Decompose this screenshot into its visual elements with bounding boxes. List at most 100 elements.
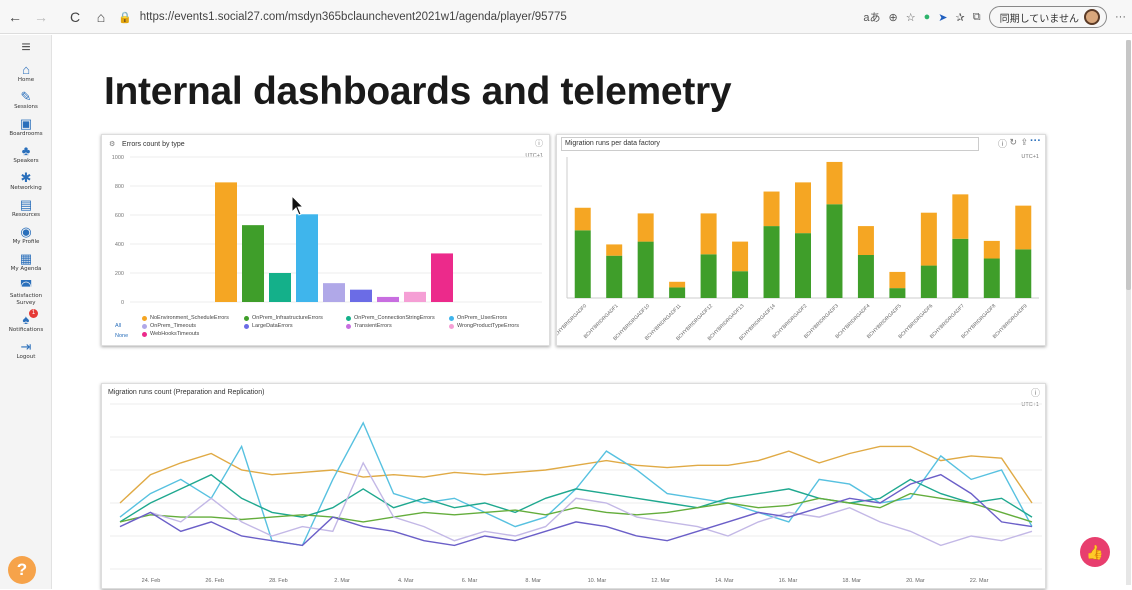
sync-button[interactable]: 同期していません <box>988 6 1107 28</box>
legend-item[interactable]: NoEnvironment_ScheduleErrors <box>142 315 229 321</box>
x-tick-label: 6. Mar <box>462 578 478 584</box>
extension2-icon[interactable]: ➤ <box>938 11 947 24</box>
series-line-5 <box>119 473 1033 547</box>
bar-segment-BCHYBRIDRGADF8 <box>983 240 1000 259</box>
sidebar-item-home[interactable]: ⌂ Home <box>0 62 52 84</box>
bar-segment-BCHYBRIDRGADF5 <box>889 288 906 298</box>
sidebar-item-logout[interactable]: ⇥ Logout <box>0 339 52 361</box>
y-tick-label: 1000 <box>112 155 124 161</box>
more-icon[interactable]: ··· <box>1115 11 1126 23</box>
back-icon[interactable]: ← <box>4 6 26 28</box>
favorite-add-icon[interactable]: ☆ <box>906 11 916 24</box>
sidebar-item-label: Notifications <box>8 327 44 333</box>
sidebar-item-boardrooms[interactable]: ▣ Boardrooms <box>0 116 52 138</box>
forward-icon[interactable]: → <box>30 6 52 28</box>
legend-item[interactable]: OnPrem_ConnectionStringErrors <box>346 315 435 321</box>
migration-line-panel: Migration runs count (Preparation and Re… <box>101 383 1046 589</box>
read-aloud-icon[interactable]: aあ <box>863 9 880 25</box>
errors-chart-panel: ⚙ Errors count by type ⓘ UTC+1 0 200 400 60… <box>101 134 550 346</box>
bar-segment-BCHYBRIDRGADF4 <box>857 226 874 255</box>
sidebar-item-label: My Profile <box>12 239 40 245</box>
sidebar-item-speakers[interactable]: ♣ Speakers <box>0 143 52 165</box>
bar-segment-BCHYBRIDRGADF1 <box>606 244 623 256</box>
legend-item[interactable]: OnPrem_InfrastructureErrors <box>244 315 323 321</box>
refresh-icon[interactable]: C <box>64 6 86 28</box>
page-scrollbar-thumb[interactable] <box>1126 40 1131 290</box>
bar-segment-BCHYBRIDRGADF13 <box>732 241 749 272</box>
bar-segment-BCHYBRIDRGADF10 <box>637 213 654 242</box>
extension-icon[interactable]: ● <box>924 11 931 23</box>
x-tick-label: 18. Mar <box>842 578 861 584</box>
legend-item[interactable]: LargeDataErrors <box>244 323 293 329</box>
y-tick-label: 800 <box>115 184 124 190</box>
page-title: Internal dashboards and telemetry <box>104 70 732 113</box>
sidebar-item-notifications[interactable]: ♠ Notifications 1 <box>0 309 52 334</box>
legend-item[interactable]: OnPrem_UserErrors <box>449 315 507 321</box>
bar-WrongProductTypeErrors <box>404 291 426 302</box>
legend-dot <box>244 315 249 321</box>
bar-OnPrem_Timeouts <box>323 283 345 302</box>
browser-toolbar: ← → C ⌂ 🔒 https://events1.social27.com/m… <box>0 0 1132 34</box>
sidebar-item-label: Networking <box>10 185 42 191</box>
like-button[interactable]: 👍 <box>1080 537 1110 567</box>
agenda-icon: ▦ <box>19 251 33 266</box>
sidebar-item-sessions[interactable]: ✎ Sessions <box>0 89 52 111</box>
mouse-cursor-icon <box>291 195 305 216</box>
address-bar[interactable]: 🔒 https://events1.social27.com/msdyn365b… <box>118 6 818 28</box>
x-tick-label: 14. Mar <box>715 578 734 584</box>
legend-item[interactable]: TransientErrors <box>346 323 392 329</box>
sidebar-item-networking[interactable]: ✱ Networking <box>0 170 52 192</box>
bar-OnPrem_UserErrors <box>296 214 318 302</box>
bar-OnPrem_ConnectionStringErrors <box>269 273 291 302</box>
legend-item[interactable]: WrongProductTypeErrors <box>449 323 519 329</box>
sidebar-item-label: Logout <box>16 354 36 360</box>
bar-segment-BCHYBRIDRGADF6 <box>920 265 937 298</box>
sidebar-item-resources[interactable]: ▤ Resources <box>0 197 52 219</box>
legend-label: OnPrem_ConnectionStringErrors <box>354 315 435 321</box>
series-line-4 <box>119 461 1033 547</box>
legend-all-link[interactable]: All <box>115 323 121 329</box>
y-tick-label: 400 <box>115 242 124 248</box>
browser-actions: aあ ⊕ ☆ ● ➤ ✰ ⧉ 同期していません ··· <box>863 6 1126 28</box>
sidebar-item-label: Boardrooms <box>9 131 43 137</box>
profile-icon: ◉ <box>20 224 32 239</box>
bar-TransientErrors <box>377 296 399 302</box>
legend-dot <box>142 323 147 329</box>
bar-segment-BCHYBRIDRGADF11 <box>669 281 686 288</box>
x-tick-label: 26. Feb <box>205 578 224 584</box>
bar-LargeDataErrors <box>350 289 372 302</box>
zoom-icon[interactable]: ⊕ <box>889 11 898 24</box>
x-tick-label: 20. Mar <box>906 578 925 584</box>
legend-none-link[interactable]: None <box>115 333 128 339</box>
bar-segment-BCHYBRIDRGADF13 <box>732 271 749 298</box>
sidebar-item-satisfaction-survey[interactable]: ◚ Satisfaction Survey <box>0 278 52 307</box>
legend-label: OnPrem_Timeouts <box>150 323 196 329</box>
help-button[interactable]: ? <box>8 556 36 584</box>
factory-chart-panel: Migration runs per data factory ⓘ ↻ ⇪ ··… <box>556 134 1046 346</box>
home-browser-icon[interactable]: ⌂ <box>90 6 112 28</box>
bar-segment-BCHYBRIDRGADF0 <box>574 207 591 231</box>
menu-icon[interactable]: ≡ <box>0 39 52 57</box>
x-tick-label: 22. Mar <box>970 578 989 584</box>
legend-dot <box>346 315 351 321</box>
legend-dot <box>244 323 249 329</box>
pencil-icon: ✎ <box>20 89 32 104</box>
bar-segment-BCHYBRIDRGADF12 <box>700 213 717 255</box>
sidebar-item-my-profile[interactable]: ◉ My Profile <box>0 224 52 246</box>
legend-item[interactable]: WebHooksTimeouts <box>142 331 199 337</box>
legend-item[interactable]: OnPrem_Timeouts <box>142 323 196 329</box>
legend-label: TransientErrors <box>354 323 392 329</box>
bar-segment-BCHYBRIDRGADF4 <box>857 254 874 298</box>
survey-icon: ◚ <box>19 278 33 293</box>
sidebar-item-label: Sessions <box>14 104 38 110</box>
bar-segment-BCHYBRIDRGADF7 <box>952 238 969 298</box>
x-tick-label: 4. Mar <box>398 578 414 584</box>
legend-label: NoEnvironment_ScheduleErrors <box>150 315 229 321</box>
favorites-icon[interactable]: ✰ <box>956 11 965 24</box>
collections-icon[interactable]: ⧉ <box>973 11 981 24</box>
sidebar-item-label: Home <box>17 77 35 83</box>
sidebar-item-my-agenda[interactable]: ▦ My Agenda <box>0 251 52 273</box>
legend-label: LargeDataErrors <box>252 323 293 329</box>
sidebar-item-label: Satisfaction Survey <box>9 293 43 306</box>
bar-segment-BCHYBRIDRGADF9 <box>1015 205 1032 250</box>
